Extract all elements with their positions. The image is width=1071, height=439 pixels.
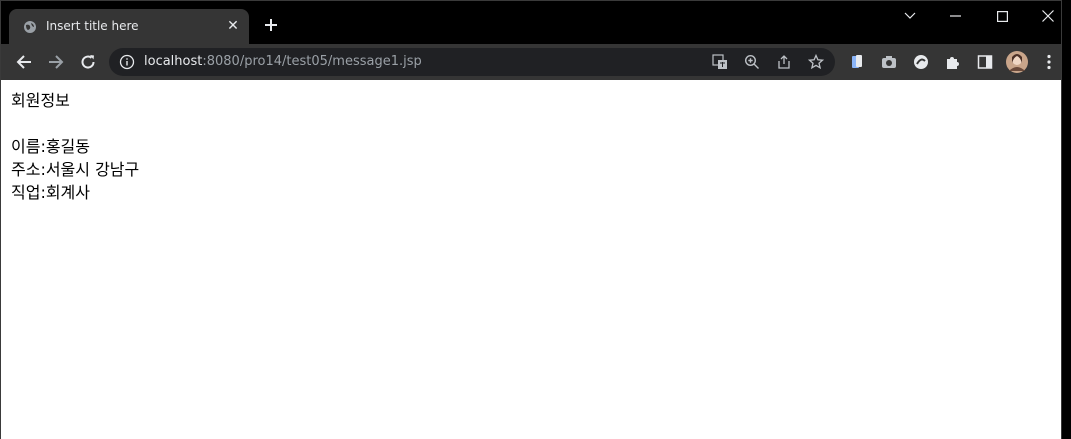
share-icon[interactable] <box>775 53 793 71</box>
page-content: 회원정보 이름:홍길동 주소:서울시 강남구 직업:회계사 <box>1 80 1061 439</box>
site-info-icon[interactable] <box>119 54 135 70</box>
bookmark-ext-icon[interactable] <box>845 50 869 74</box>
tab-close-icon[interactable]: ✕ <box>225 18 241 34</box>
info-address: 주소:서울시 강남구 <box>11 160 140 179</box>
globe-icon <box>24 21 36 33</box>
profile-avatar[interactable] <box>1005 50 1029 74</box>
tab-title: Insert title here <box>46 19 139 33</box>
new-tab-icon[interactable] <box>260 14 282 36</box>
translate-icon[interactable] <box>711 53 729 71</box>
side-panel-icon[interactable] <box>973 50 997 74</box>
reload-icon[interactable] <box>76 50 100 74</box>
info-job: 직업:회계사 <box>11 183 90 202</box>
minimize-icon[interactable] <box>934 1 978 31</box>
chevron-down-icon[interactable] <box>888 1 932 31</box>
forward-icon[interactable] <box>44 50 68 74</box>
zoom-icon[interactable] <box>743 53 761 71</box>
menu-dots-icon[interactable] <box>1037 50 1061 74</box>
address-bar[interactable]: localhost:8080/pro14/test05/message1.jsp <box>109 48 835 76</box>
close-icon[interactable] <box>1026 1 1070 31</box>
url-path: :8080/pro14/test05/message1.jsp <box>202 54 422 69</box>
tab-active[interactable]: Insert title here ✕ <box>9 9 249 44</box>
browser-window: Insert title here ✕ localhost:8080/pro14… <box>0 0 1062 439</box>
info-name: 이름:홍길동 <box>11 137 90 156</box>
puzzle-icon[interactable] <box>941 50 965 74</box>
bookmark-star-icon[interactable] <box>807 53 825 71</box>
back-icon[interactable] <box>12 50 36 74</box>
page-heading: 회원정보 <box>11 91 70 110</box>
tab-strip: Insert title here ✕ <box>1 1 1061 44</box>
circle-ext-icon[interactable] <box>909 50 933 74</box>
maximize-icon[interactable] <box>980 1 1024 31</box>
toolbar: localhost:8080/pro14/test05/message1.jsp <box>1 44 1061 80</box>
url-text[interactable]: localhost:8080/pro14/test05/message1.jsp <box>144 54 422 70</box>
url-host: localhost <box>144 54 203 69</box>
camera-ext-icon[interactable] <box>877 50 901 74</box>
